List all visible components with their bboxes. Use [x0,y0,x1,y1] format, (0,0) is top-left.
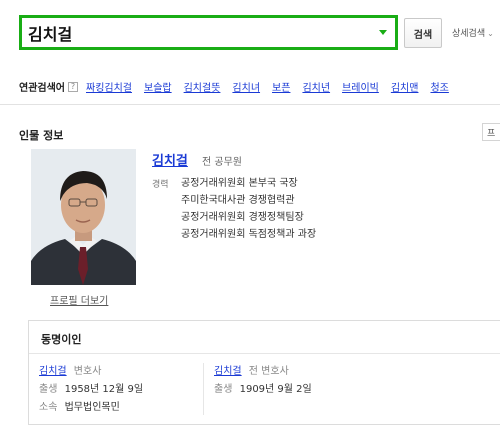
related-keyword-link[interactable]: 김치걸뜻 [184,79,221,94]
same-name-card: 김치걸 변호사 출생 1958년 12월 9일 소속 법무법인목민 [39,363,143,417]
career-item: 공정거래위원회 경쟁정책팀장 [181,212,304,223]
card-divider [203,363,204,415]
advanced-search-label: 상세검색 [452,29,486,39]
field-value: 법무법인목민 [64,402,120,413]
panel-divider [29,353,500,354]
field-label: 소속 [39,402,58,413]
related-keyword-link[interactable]: 보픈 [272,79,290,94]
portrait-image [31,149,136,285]
related-keyword-link[interactable]: 김치년 [302,79,330,94]
person-name-link[interactable]: 김치걸 [152,150,188,169]
related-keyword-link[interactable]: 김치맨 [391,79,419,94]
profile-more-link[interactable]: 프로필 더보기 [50,292,108,307]
related-keyword-link[interactable]: 보슬랍 [144,79,172,94]
advanced-search-link[interactable]: 상세검색 ⌄ [452,26,494,39]
same-name-person-link[interactable]: 김치걸 [39,366,67,377]
chevron-down-icon[interactable] [379,30,387,35]
same-name-panel: 동명이인 김치걸 변호사 출생 1958년 12월 9일 소속 법무법인목민 김… [28,320,500,425]
same-name-role: 전 변호사 [248,366,289,377]
profile-photo[interactable] [31,149,136,285]
career-item: 공정거래위원회 본부국 국장 [181,178,298,189]
career-item: 주미한국대사관 경쟁협력관 [181,195,295,206]
field-label: 출생 [39,384,58,395]
same-name-role: 변호사 [73,366,102,377]
related-keywords-label: 연관검색어 [19,83,65,94]
field-label: 출생 [214,384,233,395]
search-box[interactable] [19,15,398,50]
search-button[interactable]: 검색 [404,18,442,48]
side-tab[interactable]: 프 [482,123,500,141]
person-role: 전 공무원 [202,157,242,168]
field-value: 1958년 12월 9일 [64,384,144,395]
related-keywords: 연관검색어 ? 짜킹김치걸 보슬랍 김치걸뜻 김치녀 보픈 김치년 브레이빅 김… [19,79,500,94]
career-list: 공정거래위원회 본부국 국장 주미한국대사관 경쟁협력관 공정거래위원회 경쟁정… [181,175,316,243]
chevron-down-icon: ⌄ [487,29,494,38]
related-keyword-link[interactable]: 짜킹김치걸 [86,79,132,94]
career-label: 경력 [152,180,169,190]
help-icon[interactable]: ? [68,81,78,92]
field-value: 1909년 9월 2일 [239,384,312,395]
section-divider [0,104,500,105]
same-name-title: 동명이인 [41,333,82,346]
same-name-card: 김치걸 전 변호사 출생 1909년 9월 2일 [214,363,312,399]
person-section-title: 인물 정보 [19,129,64,142]
related-keyword-link[interactable]: 김치녀 [232,79,260,94]
career-item: 공정거래위원회 독점정책과 과장 [181,229,317,240]
related-keyword-link[interactable]: 브레이빅 [342,79,379,94]
related-keyword-link[interactable]: 청조 [430,79,448,94]
same-name-person-link[interactable]: 김치걸 [214,366,242,377]
search-input[interactable] [28,20,368,46]
